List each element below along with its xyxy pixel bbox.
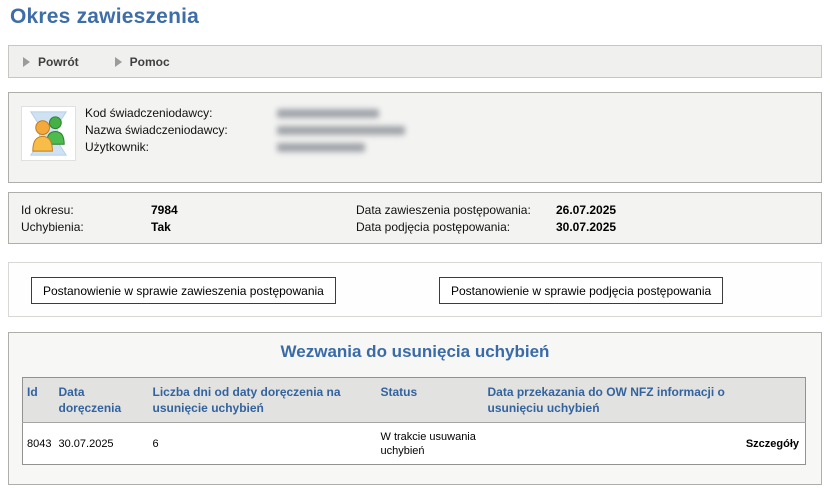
header-data-doreczenia: Data doręczenia	[55, 378, 149, 423]
header-data-przekazania: Data przekazania do OW NFZ informacji o …	[484, 378, 734, 423]
page-title: Okres zawieszenia	[10, 5, 199, 29]
toolbar-item-label: Pomoc	[130, 55, 170, 69]
header-id: Id	[23, 378, 55, 423]
wezwania-table: Id Data doręczenia Liczba dni od daty do…	[22, 377, 806, 465]
table-title: Wezwania do usunięcia uchybień	[9, 342, 821, 362]
redacted-value	[277, 109, 379, 118]
suspension-date-value: 26.07.2025	[556, 202, 616, 219]
two-users-icon	[21, 106, 76, 161]
period-fields-left: Id okresu: 7984 Uchybienia: Tak	[21, 202, 178, 236]
suspension-date-label: Data zawieszenia postępowania:	[356, 202, 556, 219]
uchybienia-value: Tak	[151, 219, 178, 236]
details-link[interactable]: Szczegóły	[738, 437, 802, 451]
period-fields-right: Data zawieszenia postępowania: 26.07.202…	[356, 202, 616, 236]
uchybienia-label: Uchybienia:	[21, 219, 151, 236]
arrow-right-icon	[23, 57, 30, 67]
cell-status: W trakcie usuwania uchybień	[377, 423, 484, 465]
table-header-row: Id Data doręczenia Liczba dni od daty do…	[23, 378, 806, 423]
table-row: 8043 30.07.2025 6 W trakcie usuwania uch…	[23, 423, 806, 465]
toolbar-item-powrot[interactable]: Powrót	[23, 55, 79, 69]
provider-info-panel: Kod świadczeniodawcy: Nazwa świadczeniod…	[8, 92, 822, 183]
arrow-right-icon	[115, 57, 122, 67]
period-info-panel: Id okresu: 7984 Uchybienia: Tak Data zaw…	[8, 192, 822, 244]
cell-data-doreczenia: 30.07.2025	[55, 423, 149, 465]
toolbar: Powrót Pomoc	[8, 45, 822, 78]
suspend-decision-button[interactable]: Postanowienie w sprawie zawieszenia post…	[31, 277, 336, 304]
period-id-label: Id okresu:	[21, 202, 151, 219]
provider-labels: Kod świadczeniodawcy: Nazwa świadczeniod…	[85, 105, 228, 156]
header-liczba-dni: Liczba dni od daty doręczenia na usunięc…	[149, 378, 377, 423]
provider-code-label: Kod świadczeniodawcy:	[85, 105, 228, 122]
header-status: Status	[377, 378, 484, 423]
resume-date-value: 30.07.2025	[556, 219, 616, 236]
period-id-value: 7984	[151, 202, 178, 219]
header-akcja	[734, 378, 806, 423]
provider-name-label: Nazwa świadczeniodawcy:	[85, 122, 228, 139]
provider-values-redacted	[277, 109, 405, 160]
toolbar-item-label: Powrót	[38, 55, 79, 69]
resume-date-label: Data podjęcia postępowania:	[356, 219, 556, 236]
toolbar-item-pomoc[interactable]: Pomoc	[115, 55, 170, 69]
user-label: Użytkownik:	[85, 139, 228, 156]
redacted-value	[277, 143, 365, 152]
cell-id: 8043	[23, 423, 55, 465]
resume-decision-button[interactable]: Postanowienie w sprawie podjęcia postępo…	[439, 277, 723, 304]
okres-zawieszenia-page: Okres zawieszenia Powrót Pomoc Kod świad…	[0, 0, 830, 491]
cell-data-przekazania	[484, 423, 734, 465]
cell-liczba-dni: 6	[149, 423, 377, 465]
redacted-value	[277, 126, 405, 135]
wezwania-panel: Wezwania do usunięcia uchybień Id Data d…	[8, 332, 822, 485]
cell-akcja: Szczegóły	[734, 423, 806, 465]
actions-panel: Postanowienie w sprawie zawieszenia post…	[8, 262, 822, 317]
